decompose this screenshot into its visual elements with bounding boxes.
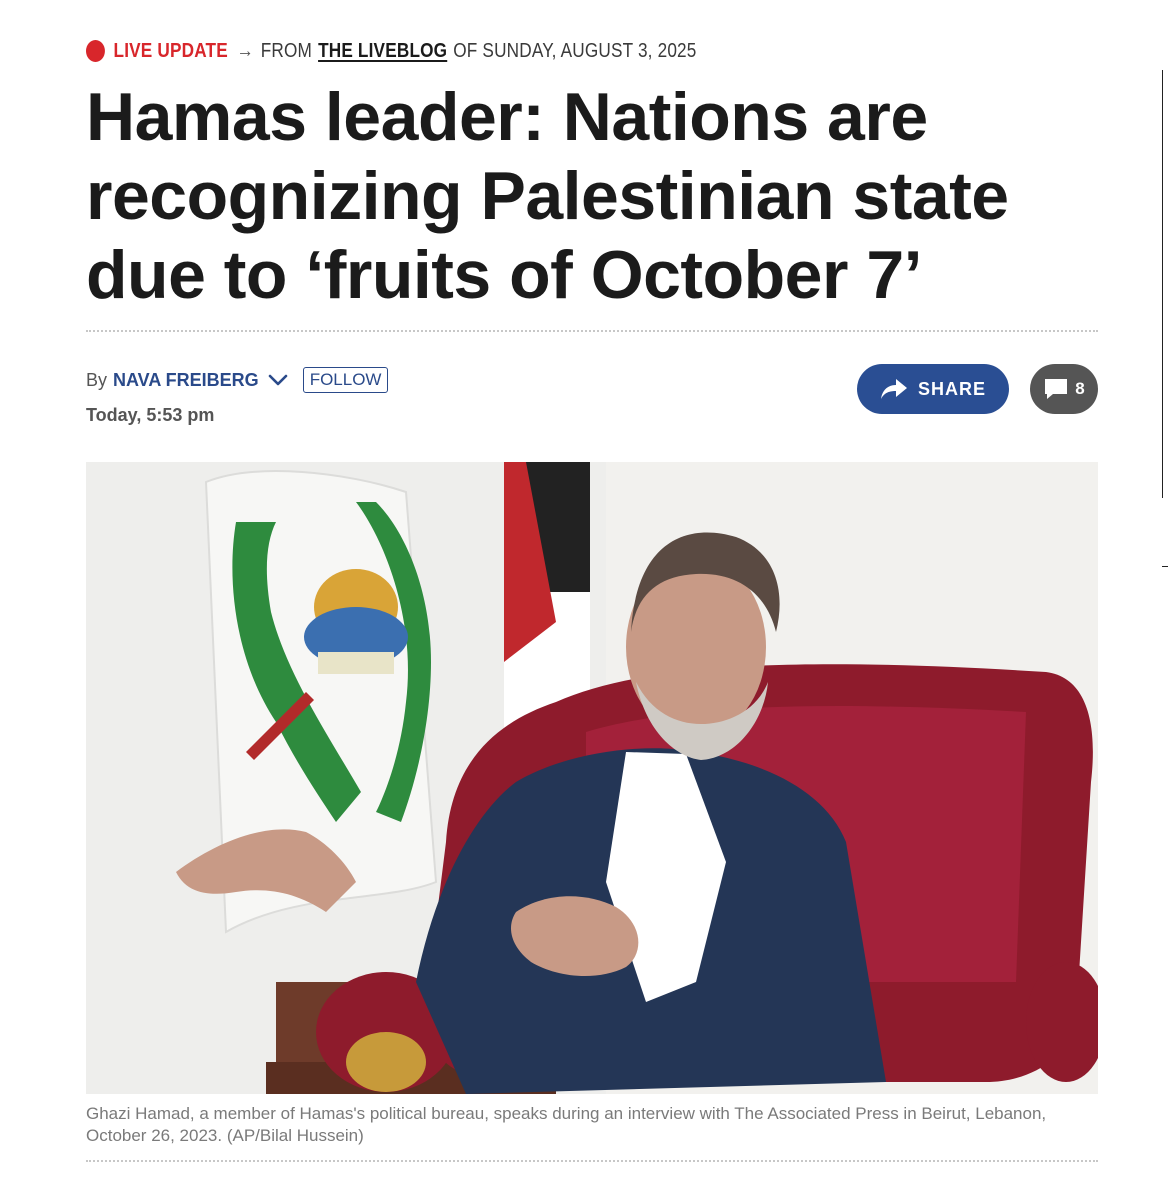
publish-time: Today, 5:53 pm xyxy=(86,405,215,425)
edge-tick xyxy=(1162,566,1168,567)
headline-line: due to ‘fruits of October 7’ xyxy=(86,237,923,313)
live-update-label: LIVE UPDATE xyxy=(113,39,228,62)
photo-caption: Ghazi Hamad, a member of Hamas's politic… xyxy=(86,1104,1047,1145)
arrow-icon: → xyxy=(236,39,254,62)
headline-line: recognizing Palestinian state xyxy=(86,158,1009,234)
byline: By NAVA FREIBERG FOLLOW xyxy=(86,367,389,393)
share-arrow-icon xyxy=(880,379,907,399)
from-text: FROM xyxy=(260,39,313,62)
author-name[interactable]: NAVA FREIBERG xyxy=(113,370,259,391)
divider xyxy=(86,1160,1098,1162)
follow-button[interactable]: FOLLOW xyxy=(302,367,389,393)
live-update-row: LIVE UPDATE → FROM THE LIVEBLOG OF SUNDA… xyxy=(86,36,697,66)
edge-panel xyxy=(1162,70,1168,498)
liveblog-link[interactable]: THE LIVEBLOG xyxy=(318,40,447,63)
by-label: By xyxy=(86,369,108,390)
comments-button[interactable]: 8 xyxy=(1030,364,1098,414)
liveblog-date: OF SUNDAY, AUGUST 3, 2025 xyxy=(453,39,697,62)
headline-line: Hamas leader: Nations are xyxy=(86,79,928,155)
comment-bubble-icon xyxy=(1045,379,1068,399)
share-label: SHARE xyxy=(917,378,986,399)
live-dot-icon xyxy=(86,40,105,62)
article-photo xyxy=(86,462,1098,1094)
headline: Hamas leader: Nations are recognizing Pa… xyxy=(86,78,1098,315)
photo-illustration xyxy=(86,462,1098,1094)
share-button[interactable]: SHARE xyxy=(857,364,1009,414)
comment-count: 8 xyxy=(1075,379,1085,398)
divider xyxy=(86,330,1098,332)
chevron-down-icon[interactable] xyxy=(267,372,289,388)
